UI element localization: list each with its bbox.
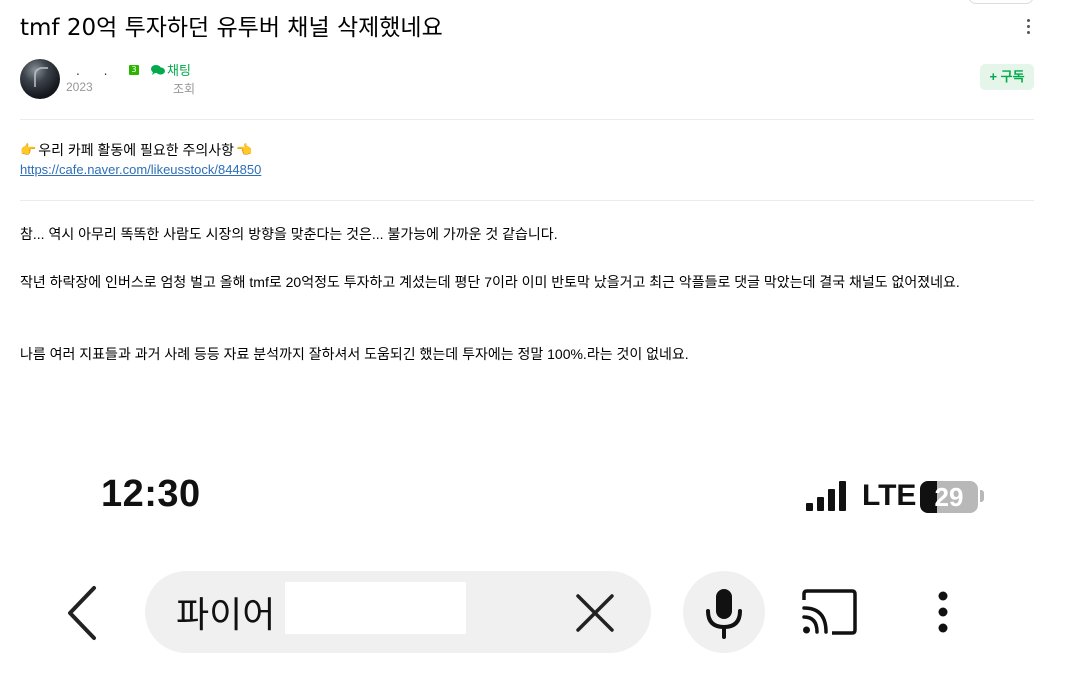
pointing-left-icon: 👈 [236, 142, 253, 157]
signal-icon [806, 481, 846, 511]
notice-divider [20, 200, 1034, 201]
header-divider [20, 119, 1034, 120]
notice-line: 👉 우리 카페 활동에 필요한 주의사항 👈 [20, 140, 252, 160]
voice-search-button[interactable] [683, 571, 765, 653]
member-level-badge: 3 [129, 65, 139, 75]
notice-link[interactable]: https://cafe.naver.com/likeusstock/84485… [20, 162, 261, 177]
chat-icon [151, 64, 165, 75]
clear-icon[interactable] [570, 588, 620, 638]
chat-label: 채팅 [167, 63, 191, 78]
notice-text: 우리 카페 활동에 필요한 주의사항 [38, 142, 235, 158]
cast-icon[interactable] [798, 586, 860, 638]
body-paragraph-1: 참... 역시 아무리 똑똑한 사람도 시장의 방향을 맞춘다는 것은... 불… [20, 226, 558, 242]
body-paragraph-3: 나름 여러 지표들과 과거 사례 등등 자료 분석까지 잘하셔서 도움되긴 했는… [20, 346, 689, 362]
back-icon[interactable] [60, 582, 106, 644]
author-avatar[interactable] [20, 59, 60, 99]
mic-icon [706, 589, 742, 639]
battery-level: 29 [934, 482, 964, 512]
search-input[interactable]: 파이어 [176, 586, 275, 638]
post-date: 2023 [66, 80, 93, 94]
status-time: 12:30 [101, 473, 201, 515]
chat-button[interactable]: 채팅 [151, 60, 191, 79]
redacted-area [285, 582, 466, 634]
view-count-label: 조회 [173, 82, 196, 96]
network-type: LTE [862, 479, 917, 512]
battery-icon: 29 [920, 481, 978, 513]
page: tmf 20억 투자하던 유투버 채널 삭제했네요 . . . 3 채팅 202… [0, 0, 1069, 677]
post-title: tmf 20억 투자하던 유투버 채널 삭제했네요 [20, 15, 443, 41]
post-more-menu-icon[interactable] [1018, 14, 1038, 38]
top-button-edge[interactable] [968, 0, 1034, 4]
more-vertical-icon[interactable] [926, 586, 960, 638]
body-paragraph-2: 작년 하락장에 인버스로 엄청 벌고 올해 tmf로 20억정도 투자하고 계셨… [20, 274, 960, 290]
battery-tip [980, 490, 984, 502]
pointing-right-icon: 👉 [20, 142, 37, 157]
subscribe-button[interactable]: + 구독 [980, 64, 1034, 90]
